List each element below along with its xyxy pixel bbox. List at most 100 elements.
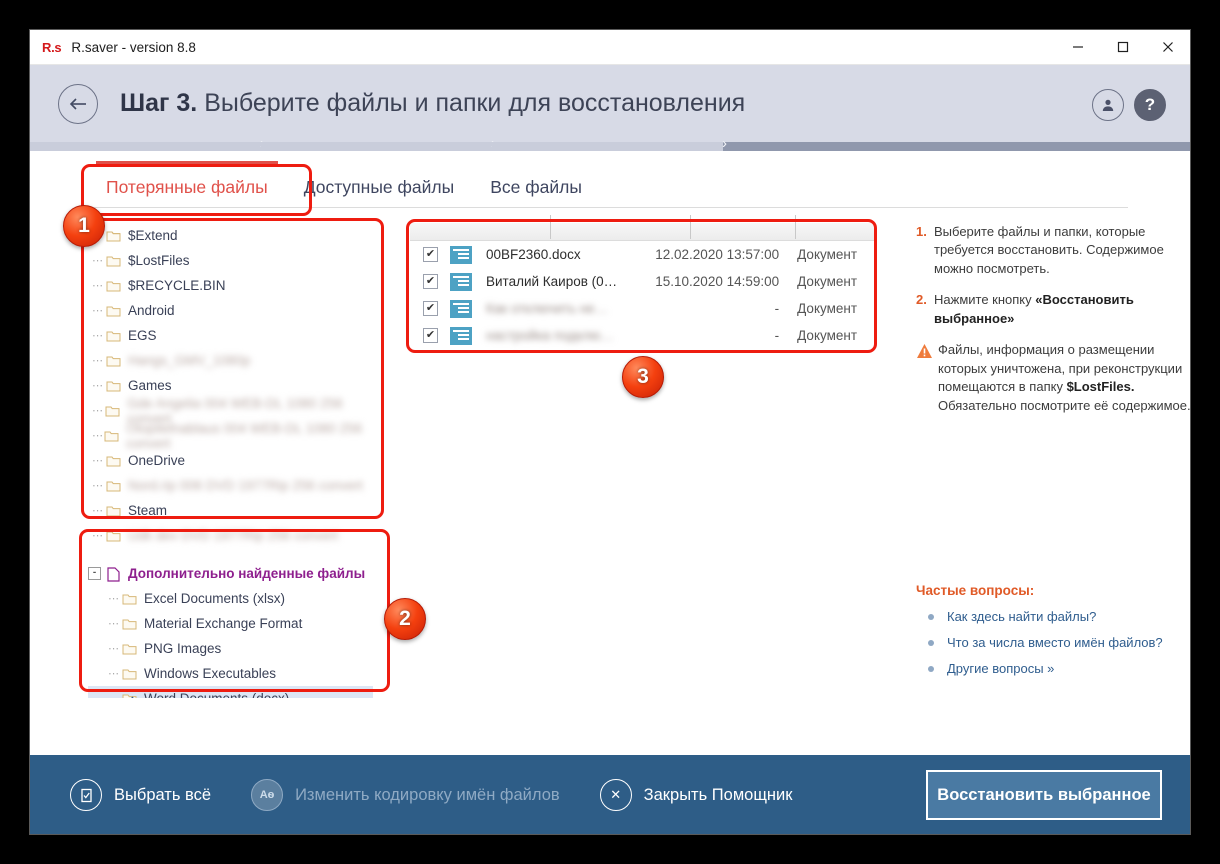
help-step-2-prefix: Нажмите кнопку [934, 292, 1036, 308]
tab-all-files[interactable]: Все файлы [472, 171, 600, 207]
tree-subitem[interactable]: ⋯ Windows Executables [88, 661, 373, 686]
help-step-1-number: 1. [916, 224, 927, 239]
folder-icon [106, 229, 121, 242]
tree-item-label: $RECYCLE.BIN [128, 278, 226, 293]
tree-item[interactable]: ⋯ EGS [88, 323, 373, 348]
annotation-badge-3: 3 [622, 356, 664, 398]
folder-icon [122, 592, 137, 605]
tree-subitem-label: Word Documents (docx) [144, 691, 289, 698]
row-checkbox[interactable]: ✔ [423, 247, 438, 262]
table-row[interactable]: ✔ настройка подклю… - Документ [410, 322, 875, 349]
row-checkbox[interactable]: ✔ [423, 301, 438, 316]
help-icon[interactable]: ? [1134, 89, 1166, 121]
tree-section-extra-found[interactable]: - Дополнительно найденные файлы [88, 560, 373, 586]
tree-item[interactable]: ⋯ $RECYCLE.BIN [88, 273, 373, 298]
close-helper-button[interactable]: ✕ Закрыть Помощник [599, 779, 793, 811]
table-row[interactable]: ✔ Как отключить не… - Документ [410, 295, 875, 322]
folder-icon [106, 529, 121, 542]
file-name: настройка подклю… [486, 328, 614, 343]
close-icon: ✕ [599, 779, 632, 811]
close-button[interactable] [1145, 30, 1190, 64]
faq-link-label: Как здесь найти файлы? [947, 609, 1097, 625]
encoding-icon: Аѳ [251, 779, 284, 811]
tree-subitem[interactable]: ⋯ Material Exchange Format [88, 611, 373, 636]
app-window: R.s R.saver - version 8.8 Шаг 3. Выберит… [30, 30, 1190, 834]
tree-item[interactable]: ⋯ Nord.rip 006 DVD 1977Rip 256 convert [88, 473, 373, 498]
minimize-button[interactable] [1055, 30, 1100, 64]
file-name: Виталий Каиров (0… [486, 274, 618, 289]
maximize-button[interactable] [1100, 30, 1145, 64]
row-checkbox[interactable]: ✔ [423, 274, 438, 289]
back-button[interactable] [58, 83, 98, 124]
faq-link[interactable]: Что за числа вместо имён файлов? [916, 635, 1190, 650]
folder-icon [106, 479, 121, 492]
title-bar: R.s R.saver - version 8.8 [30, 30, 1190, 65]
tree-subitem[interactable]: ⋯ PNG Images [88, 636, 373, 661]
faq-link[interactable]: Другие вопросы » [916, 661, 1190, 676]
faq-link-label: Другие вопросы » [947, 661, 1055, 677]
tree-item[interactable]: ⋯ Gde Angelia 004 WEB-DL 1080 256 convert [88, 396, 373, 426]
tree-item-label: Hangs_GMV_1080p [128, 353, 251, 368]
tree-item[interactable]: ⋯ OneDrive [88, 448, 373, 473]
folder-icon [106, 354, 121, 367]
tab-lost-files[interactable]: Потерянные файлы [88, 161, 286, 207]
tree-item[interactable]: ⋯ $LostFiles [88, 248, 373, 273]
table-row[interactable]: ✔ Виталий Каиров (0… 15.10.2020 14:59:00… [410, 268, 875, 295]
help-step-1: 1. Выберите файлы и папки, которые требу… [916, 223, 1190, 278]
main-body: Потерянные файлы Доступные файлы Все фай… [30, 151, 1190, 834]
file-date: 15.10.2020 14:59:00 [655, 274, 780, 289]
tree-item[interactable]: ⋯ Udk dev DVD 1977Rip 256 convert [88, 523, 373, 548]
file-date: - [774, 301, 780, 316]
faq-link[interactable]: Как здесь найти файлы? [916, 609, 1190, 624]
help-warning: Файлы, информация о размещении которых у… [916, 341, 1190, 415]
page-title: Шаг 3. Выберите файлы и папки для восста… [120, 89, 745, 118]
tree-item[interactable]: ⋯ Hangs_GMV_1080p [88, 348, 373, 373]
tree-subitem-selected[interactable]: ⋯Word Documents (docx) [88, 686, 373, 698]
tree-item-label: Android [128, 303, 175, 318]
change-encoding-button[interactable]: Аѳ Изменить кодировку имён файлов [251, 779, 560, 811]
close-helper-label: Закрыть Помощник [643, 785, 793, 804]
page-icon [106, 566, 121, 582]
tree-item-label: Nord.rip 006 DVD 1977Rip 256 convert [128, 478, 363, 493]
app-logo: R.s [42, 39, 62, 55]
tab-available-files[interactable]: Доступные файлы [286, 171, 473, 207]
folder-icon [122, 642, 137, 655]
file-date: 12.02.2020 13:57:00 [655, 247, 780, 262]
window-controls [1055, 30, 1190, 64]
tree-subitem[interactable]: ⋯ Excel Documents (xlsx) [88, 586, 373, 611]
user-icon[interactable] [1092, 89, 1124, 121]
tree-item-label: $LostFiles [128, 253, 190, 268]
table-row[interactable]: ✔ 00BF2360.docx 12.02.2020 13:57:00 Доку… [410, 241, 875, 268]
file-name: 00BF2360.docx [486, 247, 581, 262]
folder-icon [104, 429, 119, 442]
annotation-badge-2: 2 [384, 598, 426, 640]
page-header: Шаг 3. Выберите файлы и папки для восста… [30, 65, 1190, 142]
recover-selected-button[interactable]: Восстановить выбранное [926, 770, 1162, 820]
file-type: Документ [797, 328, 858, 343]
tree-item[interactable]: ⋯ Otopitelnablaus 004 WEB-DL 1080 256 con… [88, 420, 373, 451]
folder-tree[interactable]: ⋯$Extend ⋯$LostFiles ⋯$RECYCLE.BIN ⋯Andr… [88, 223, 373, 698]
tree-item-label: Games [128, 378, 172, 393]
tree-item[interactable]: ⋯ Steam [88, 498, 373, 523]
file-list[interactable]: ✔ 00BF2360.docx 12.02.2020 13:57:00 Доку… [410, 215, 875, 349]
tree-item[interactable]: ⋯$Extend [88, 223, 373, 248]
file-date: - [774, 328, 780, 343]
tree-item[interactable]: ⋯ Games [88, 373, 373, 398]
checklist-icon [70, 779, 102, 811]
tree-subitem-label: PNG Images [144, 641, 222, 656]
help-warning-text: Файлы, информация о размещении которых у… [938, 341, 1190, 415]
expander-icon[interactable]: - [88, 566, 101, 580]
help-step-2-text: Нажмите кнопку «Восстановить выбранное» [934, 291, 1190, 328]
bullet-icon [928, 665, 934, 672]
tab-bar: Потерянные файлы Доступные файлы Все фай… [88, 161, 1128, 208]
row-checkbox[interactable]: ✔ [423, 328, 438, 343]
step-number: Шаг 3. [120, 89, 198, 117]
tree-subitem-label: Windows Executables [144, 666, 277, 681]
tree-item[interactable]: ⋯ Android [88, 298, 373, 323]
folder-icon [122, 667, 137, 680]
select-all-button[interactable]: Выбрать всё [70, 779, 211, 811]
folder-icon [106, 254, 121, 267]
tree-item-label: Otopitelnablaus 004 WEB-DL 1080 256 conv… [126, 420, 363, 451]
step-segment-2 [261, 135, 496, 152]
folder-icon [106, 379, 121, 392]
